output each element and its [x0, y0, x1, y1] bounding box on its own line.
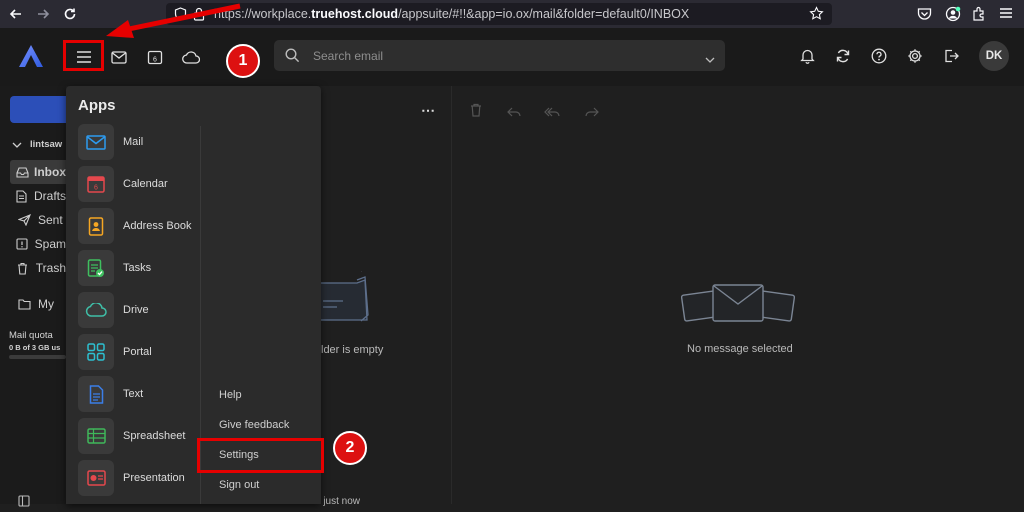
search-input[interactable]: Search email [274, 40, 725, 71]
search-icon [285, 48, 300, 68]
no-message-envelopes-illustration [681, 284, 795, 322]
help-link[interactable]: Help [219, 389, 242, 401]
folder-sidebar: lintsaw Inbox Drafts Sent Spam Trash My … [0, 86, 66, 507]
reload-icon[interactable] [58, 2, 82, 26]
annotation-box-settings [197, 438, 324, 473]
app-label: Spreadsheet [123, 430, 186, 442]
back-arrow-icon[interactable] [4, 2, 28, 26]
address-bar[interactable]: https://workplace.truehost.cloud/appsuit… [166, 3, 832, 25]
message-detail-pane: No message selected [451, 86, 1024, 504]
compose-button[interactable] [10, 96, 66, 123]
annotation-arrow [106, 3, 241, 38]
folder-sent[interactable]: Sent [10, 208, 66, 232]
calendar-day-number: 6 [153, 57, 157, 64]
bell-icon[interactable] [794, 43, 820, 69]
app-item-drive[interactable]: Drive [78, 291, 149, 329]
spreadsheet-icon [78, 418, 114, 454]
app-label: Address Book [123, 220, 192, 232]
folder-my-folders[interactable]: My [10, 292, 66, 316]
folder-label: Spam [34, 237, 66, 251]
list-bottom-text: d just now [315, 496, 361, 507]
trash-icon[interactable] [470, 103, 482, 122]
annotation-badge-step-1: 1 [226, 44, 260, 78]
address-book-icon [78, 208, 114, 244]
forward-icon[interactable] [585, 105, 599, 123]
forward-arrow-icon[interactable] [31, 2, 55, 26]
account-icon[interactable] [945, 6, 961, 27]
calendar-app-icon: 6 [78, 166, 114, 202]
app-item-address-book[interactable]: Address Book [78, 207, 191, 245]
app-label: Mail [123, 136, 144, 148]
refresh-icon[interactable] [830, 43, 856, 69]
app-label: Portal [123, 346, 152, 358]
chevron-down-icon[interactable] [705, 51, 715, 69]
folder-label: Sent [38, 213, 63, 227]
app-label: Drive [123, 304, 149, 316]
reply-icon[interactable] [507, 105, 521, 123]
folder-label: My [38, 297, 54, 311]
sign-out-link[interactable]: Sign out [219, 479, 259, 491]
app-label: Calendar [123, 178, 168, 190]
drafts-icon [10, 189, 34, 203]
folder-label: Drafts [33, 189, 66, 203]
pocket-icon[interactable] [917, 7, 932, 26]
annotation-badge-step-2: 2 [333, 431, 367, 465]
url-suffix: /appsuite/#!!&app=io.ox/mail&folder=defa… [398, 7, 690, 21]
folder-trash[interactable]: Trash [10, 256, 66, 280]
chevron-down-icon [12, 142, 22, 148]
app-logo[interactable] [17, 44, 45, 73]
folder-label: Inbox [34, 165, 66, 179]
url-text: https://workplace.truehost.cloud/appsuit… [214, 7, 689, 21]
extensions-icon[interactable] [972, 6, 987, 26]
app-menu-icon[interactable] [999, 6, 1013, 25]
gear-icon[interactable] [902, 43, 928, 69]
text-doc-icon [78, 376, 114, 412]
quota-label: Mail quota [9, 330, 53, 341]
quota-value: 0 B of 3 GB us [9, 343, 61, 352]
folder-icon [10, 298, 38, 310]
account-name: lintsaw [30, 139, 63, 150]
avatar[interactable]: DK [979, 41, 1009, 71]
folder-spam[interactable]: Spam [10, 232, 66, 256]
app-label: Presentation [123, 472, 185, 484]
folder-inbox[interactable]: Inbox [10, 160, 66, 184]
trash-icon [10, 262, 36, 275]
give-feedback-link[interactable]: Give feedback [219, 419, 289, 431]
no-message-text: No message selected [687, 343, 793, 355]
sent-icon [10, 214, 38, 226]
folder-drafts[interactable]: Drafts [10, 184, 66, 208]
calendar-tile-day: 6 [94, 185, 98, 192]
url-domain: truehost.cloud [311, 7, 399, 21]
more-options-icon[interactable]: ⋯ [421, 102, 436, 119]
app-item-mail[interactable]: Mail [78, 123, 143, 161]
app-label: Tasks [123, 262, 152, 274]
app-item-portal[interactable]: Portal [78, 333, 152, 371]
app-item-tasks[interactable]: Tasks [78, 249, 151, 287]
help-icon[interactable] [866, 43, 892, 69]
bookmark-star-icon[interactable] [809, 6, 824, 26]
mail-app-icon [78, 124, 114, 160]
apps-menu-title: Apps [78, 97, 116, 114]
sidebar-toggle-icon[interactable] [18, 494, 30, 512]
spam-icon [10, 238, 35, 250]
drive-icon [78, 292, 114, 328]
logout-icon[interactable] [938, 43, 964, 69]
tasks-icon [78, 250, 114, 286]
inbox-icon [10, 166, 34, 178]
empty-folder-text: lder is empty [321, 344, 384, 356]
search-placeholder: Search email [313, 49, 384, 63]
presentation-icon [78, 460, 114, 496]
app-item-presentation[interactable]: Presentation [78, 459, 185, 497]
app-label: Text [123, 388, 144, 400]
reply-all-icon[interactable] [544, 105, 560, 123]
app-item-spreadsheet[interactable]: Spreadsheet [78, 417, 185, 455]
app-item-text[interactable]: Text [78, 375, 143, 413]
account-folder-header[interactable]: lintsaw [12, 139, 66, 150]
folder-label: Trash [35, 261, 66, 275]
portal-icon [78, 334, 114, 370]
quota-progress-bar [9, 355, 66, 359]
app-item-calendar[interactable]: 6 Calendar [78, 165, 168, 203]
